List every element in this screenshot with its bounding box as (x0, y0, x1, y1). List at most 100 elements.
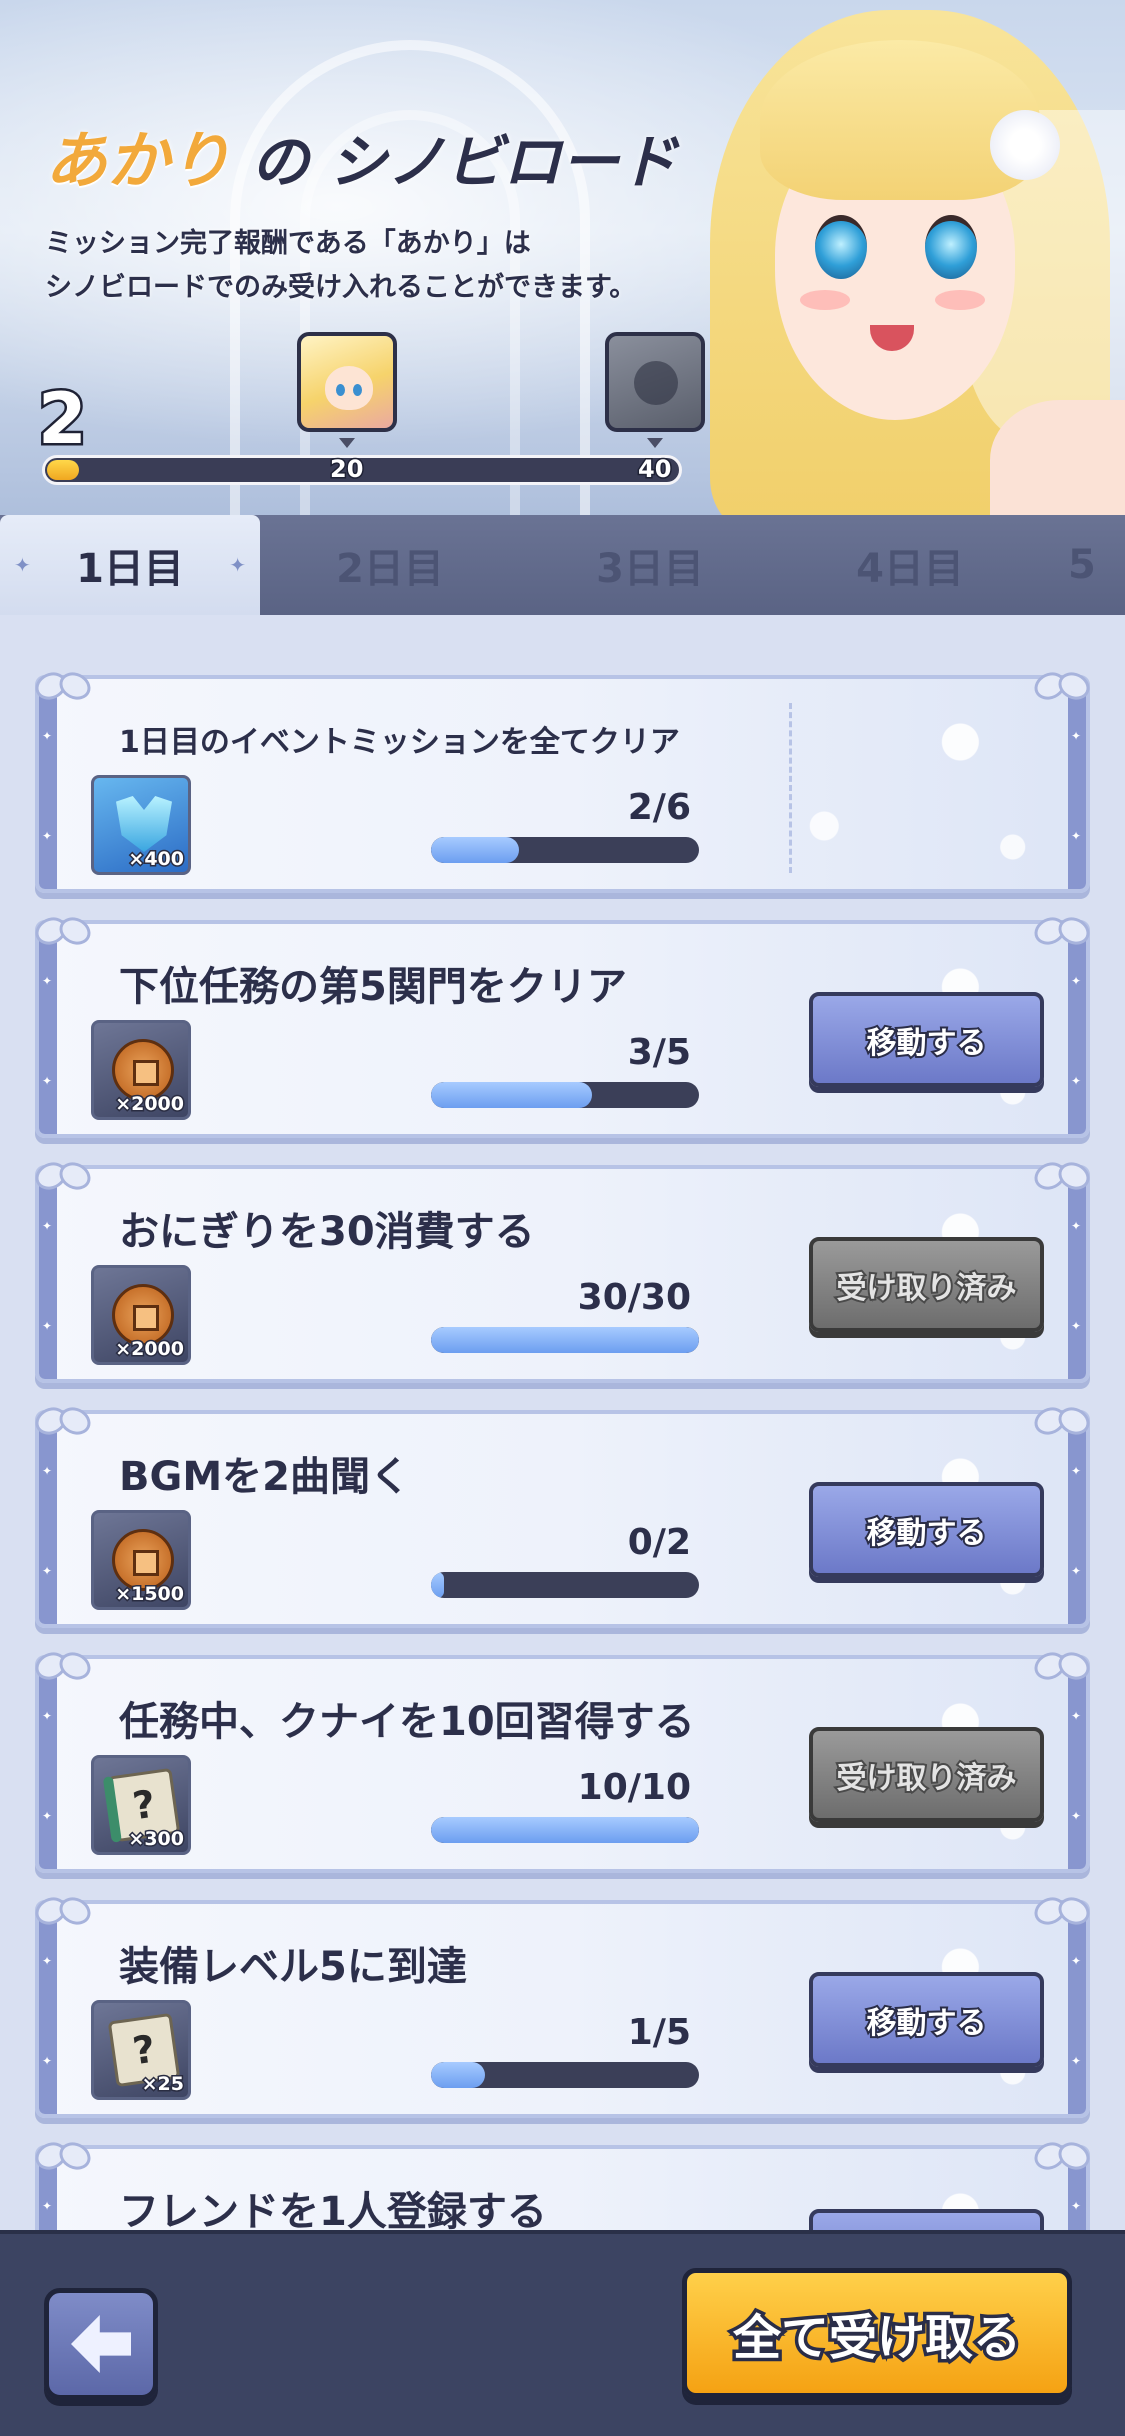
coin-icon (112, 1529, 174, 1591)
tab-label: 3日目 (596, 546, 704, 592)
go-button[interactable] (809, 2209, 1044, 2230)
coin-icon (112, 1039, 174, 1101)
event-description: ミッション完了報酬である「あかり」は シノビロードでのみ受け入れることができます… (45, 222, 665, 310)
milestone-label: 40 (636, 454, 672, 485)
mission-progress-count: 10/10 (577, 1767, 691, 1808)
mission-title: フレンドを1人登録する (119, 2189, 547, 2230)
ribbon-icon (33, 2135, 93, 2185)
go-button[interactable]: 移動する (809, 992, 1044, 1087)
title-event-name: シノビロード (329, 128, 678, 196)
mission-reward[interactable]: ×2000 (91, 1020, 191, 1120)
claimed-button[interactable]: 受け取り済み (809, 1237, 1044, 1332)
footer-bar: 全て受け取る (0, 2230, 1125, 2436)
mission-reward[interactable]: ×1500 (91, 1510, 191, 1610)
mission-title: 下位任務の第5関門をクリア (119, 964, 627, 1010)
flower-icon (990, 110, 1060, 180)
mission-progress-count: 0/2 (627, 1522, 691, 1563)
mission-progress-fill (431, 1817, 699, 1843)
ribbon-icon (33, 1400, 93, 1450)
go-button[interactable]: 移動する (809, 1482, 1044, 1577)
mission-progress-fill (431, 1082, 592, 1108)
event-header: あかり の シノビロード ミッション完了報酬である「あかり」は シノビロードでの… (0, 0, 1125, 515)
road-progress-fill (47, 460, 79, 480)
mission-card: ✦ ✦ ✦ ✦ BGMを2曲聞く ×1500 0/2 移動する (35, 1410, 1090, 1628)
mission-card: ✦ ✦ ✦ ✦ 装備レベル5に到達 ? ×25 1/5 移動する (35, 1900, 1090, 2118)
tab-day-5[interactable]: 5 (1040, 515, 1125, 615)
mission-progress-count: 2/6 (627, 787, 691, 828)
mission-progress-fill (431, 837, 520, 863)
mission-reward[interactable]: ×400 (91, 775, 191, 875)
mission-progress-count: 3/5 (627, 1032, 691, 1073)
mission-progress-bar (431, 1327, 699, 1353)
mission-progress-bar (431, 2062, 699, 2088)
tab-day-4[interactable]: 4日目 (780, 515, 1040, 615)
mission-title: BGMを2曲聞く (119, 1454, 410, 1500)
ribbon-icon (1032, 1400, 1092, 1450)
tab-label: 1日目 (76, 546, 184, 592)
mission-card: ✦ ✦ ✦ ✦ 任務中、クナイを10回習得する ? ×300 10/10 受け取り済… (35, 1655, 1090, 1873)
mission-progress-bar (431, 837, 699, 863)
reward-quantity: ×300 (127, 1827, 186, 1852)
ribbon-icon (33, 910, 93, 960)
back-arrow-icon (71, 2315, 131, 2373)
reward-quantity: ×1500 (114, 1582, 186, 1607)
mission-card: ✦ ✦ ✦ ✦ おにぎりを30消費する ×2000 30/30 受け取り済み (35, 1165, 1090, 1383)
milestone-reward-character-icon[interactable] (297, 332, 397, 432)
ribbon-icon (1032, 1890, 1092, 1940)
claimed-button[interactable]: 受け取り済み (809, 1727, 1044, 1822)
tab-label: 4日目 (856, 546, 964, 592)
day-tabs: ✦ 1日目 ✦ 2日目 3日目 4日目 5 (0, 515, 1125, 615)
mission-title: おにぎりを30消費する (119, 1209, 535, 1255)
mission-reward[interactable]: ? ×25 (91, 2000, 191, 2100)
road-level: 2 (36, 376, 90, 463)
title-particle: の (251, 128, 310, 196)
back-button[interactable] (44, 2288, 158, 2400)
ribbon-icon (1032, 1155, 1092, 1205)
mission-progress-fill (431, 1327, 699, 1353)
character-face-icon (325, 366, 373, 410)
ribbon-icon (1032, 910, 1092, 960)
character-illustration (690, 0, 1125, 515)
milestone-label: 20 (328, 454, 364, 485)
mission-title: 1日目のイベントミッションを全てクリア (119, 725, 680, 760)
description-line: ミッション完了報酬である「あかり」は (45, 228, 531, 259)
lock-icon (634, 361, 678, 405)
ribbon-icon (1032, 665, 1092, 715)
mission-progress-bar (431, 1082, 699, 1108)
divider (789, 703, 792, 873)
ribbon-icon (33, 1155, 93, 1205)
coin-icon (112, 1284, 174, 1346)
tab-label: 2日目 (336, 546, 444, 592)
star-icon: ✦ (229, 553, 246, 577)
ribbon-icon (33, 1645, 93, 1695)
go-button[interactable]: 移動する (809, 1972, 1044, 2067)
ribbon-icon (1032, 1645, 1092, 1695)
tab-day-3[interactable]: 3日目 (520, 515, 780, 615)
mission-title: 装備レベル5に到達 (119, 1944, 467, 1990)
claim-all-button[interactable]: 全て受け取る (682, 2268, 1072, 2398)
ribbon-icon (1032, 2135, 1092, 2185)
star-icon: ✦ (14, 553, 31, 577)
title-character-name: あかり (45, 124, 232, 197)
mission-reward[interactable]: ×2000 (91, 1265, 191, 1365)
mission-card: ✦ ✦ ✦ ✦ 下位任務の第5関門をクリア ×2000 3/5 移動する (35, 920, 1090, 1138)
tab-label: 5 (1068, 542, 1096, 588)
mission-card: ✦ ✦ フレンドを1人登録する (35, 2145, 1090, 2230)
mission-reward[interactable]: ? ×300 (91, 1755, 191, 1855)
ribbon-icon (33, 1890, 93, 1940)
mission-list[interactable]: ✦ ✦ ✦ ✦ 1日目のイベントミッションを全てクリア ×400 2/6 ✦ ✦ ✦ ✦… (0, 615, 1125, 2230)
mission-card: ✦ ✦ ✦ ✦ 1日目のイベントミッションを全てクリア ×400 2/6 (35, 675, 1090, 893)
mission-progress-fill (431, 1572, 445, 1598)
tab-day-1[interactable]: ✦ 1日目 ✦ (0, 515, 260, 615)
mission-progress-bar (431, 1817, 699, 1843)
tab-day-2[interactable]: 2日目 (260, 515, 520, 615)
reward-quantity: ×2000 (114, 1337, 186, 1362)
mission-progress-count: 30/30 (577, 1277, 691, 1318)
reward-quantity: ×25 (140, 2072, 185, 2097)
mission-progress-count: 1/5 (627, 2012, 691, 2053)
mission-progress-fill (431, 2062, 485, 2088)
reward-quantity: ×2000 (114, 1092, 186, 1117)
gem-icon (116, 796, 172, 852)
pointer-icon (339, 438, 355, 448)
page-title: あかり の シノビロード (45, 110, 677, 200)
